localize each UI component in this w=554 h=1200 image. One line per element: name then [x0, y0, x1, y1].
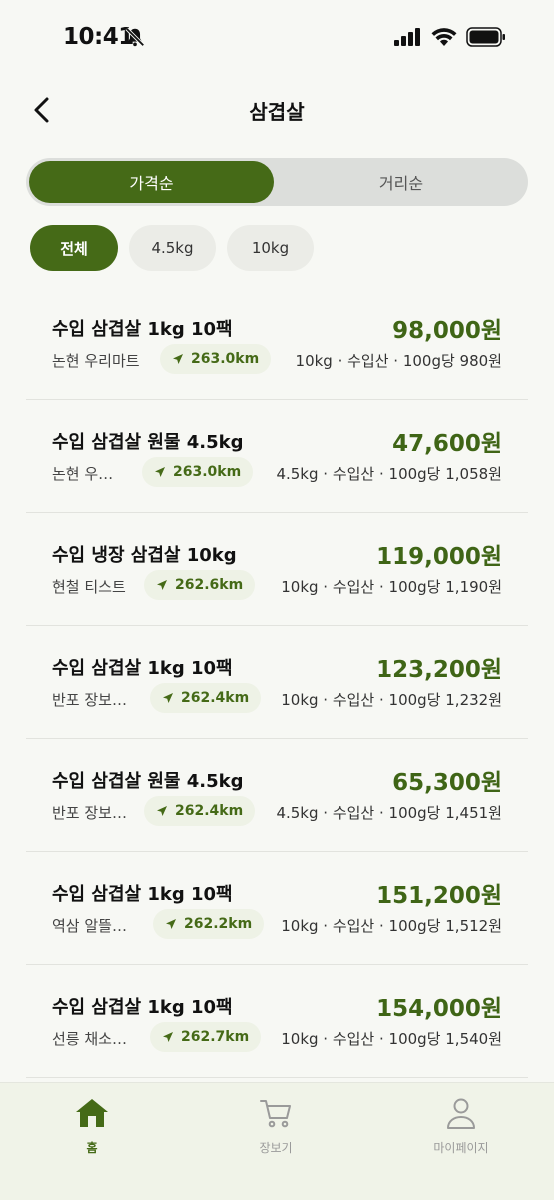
product-name: 수입 삼겹살 원물 4.5kg [52, 771, 244, 792]
product-price: 151,200원 [376, 883, 502, 909]
location-arrow-icon [163, 693, 173, 703]
location-arrow-icon [166, 919, 176, 929]
list-item[interactable]: 수입 냉장 삼겹살 10kg 119,000원 현철 티스트 262.6km 1… [26, 513, 528, 626]
distance-value: 262.7km [181, 1029, 250, 1045]
bottom-tab-bar: 홈 장보기 마이페이지 [0, 1082, 554, 1200]
location-arrow-icon [173, 354, 183, 364]
distance-badge: 262.7km [150, 1022, 262, 1052]
product-meta: 4.5kg · 수입산 · 100g당 1,058원 [276, 465, 502, 483]
product-name: 수입 삼겹살 원물 4.5kg [52, 432, 244, 453]
product-meta: 10kg · 수입산 · 100g당 1,540원 [281, 1030, 502, 1048]
product-meta: 4.5kg · 수입산 · 100g당 1,451원 [276, 804, 502, 822]
bell-muted-icon [124, 26, 146, 52]
store-name: 논현 우리마트 [52, 352, 140, 370]
sort-price-button[interactable]: 가격순 [29, 161, 274, 203]
cellular-signal-icon [394, 28, 422, 50]
product-name: 수입 삼겹살 1kg 10팩 [52, 319, 233, 340]
store-name: 반포 장보… [52, 691, 127, 709]
tab-home[interactable]: 홈 [42, 1097, 142, 1156]
tab-shopping[interactable]: 장보기 [226, 1097, 326, 1156]
product-meta: 10kg · 수입산 · 100g당 980원 [295, 352, 502, 370]
distance-value: 263.0km [191, 351, 260, 367]
filter-chip-4-5kg[interactable]: 4.5kg [129, 225, 216, 271]
status-bar: 10:41 [0, 0, 554, 76]
store-name: 선릉 채소… [52, 1030, 127, 1048]
battery-icon [466, 27, 506, 51]
store-name: 논현 우… [52, 465, 114, 483]
filter-chip-all[interactable]: 전체 [30, 225, 118, 271]
location-arrow-icon [157, 580, 167, 590]
page-title: 삼겹살 [249, 100, 305, 124]
tab-shopping-label: 장보기 [259, 1141, 293, 1155]
tab-mypage-label: 마이페이지 [433, 1141, 489, 1155]
tab-mypage[interactable]: 마이페이지 [411, 1097, 511, 1156]
product-name: 수입 삼겹살 1kg 10팩 [52, 884, 233, 905]
product-price: 98,000원 [392, 318, 502, 344]
product-price: 119,000원 [376, 544, 502, 570]
distance-badge: 262.4km [144, 796, 256, 826]
distance-value: 262.4km [175, 803, 244, 819]
distance-badge: 262.4km [150, 683, 262, 713]
location-arrow-icon [163, 1032, 173, 1042]
cart-icon [258, 1097, 294, 1133]
filter-chips: 전체 4.5kg 10kg [30, 225, 314, 271]
filter-chip-10kg[interactable]: 10kg [227, 225, 314, 271]
user-icon [443, 1097, 479, 1133]
product-price: 47,600원 [392, 431, 502, 457]
product-meta: 10kg · 수입산 · 100g당 1,190원 [281, 578, 502, 596]
product-price: 65,300원 [392, 770, 502, 796]
product-price: 123,200원 [376, 657, 502, 683]
distance-badge: 263.0km [142, 457, 254, 487]
product-price: 154,000원 [376, 996, 502, 1022]
list-item[interactable]: 수입 삼겹살 원물 4.5kg 47,600원 논현 우… 263.0km 4.… [26, 400, 528, 513]
home-icon [74, 1097, 110, 1133]
sort-distance-button[interactable]: 거리순 [276, 161, 526, 203]
wifi-icon [431, 27, 457, 51]
distance-value: 263.0km [173, 464, 242, 480]
list-item[interactable]: 수입 삼겹살 1kg 10팩 151,200원 역삼 알뜰… 262.2km 1… [26, 852, 528, 965]
header: 삼겹살 [0, 80, 554, 140]
distance-badge: 262.2km [153, 909, 265, 939]
store-name: 반포 장보… [52, 804, 127, 822]
distance-badge: 262.6km [144, 570, 256, 600]
distance-badge: 263.0km [160, 344, 272, 374]
tab-home-label: 홈 [86, 1141, 98, 1155]
list-item[interactable]: 수입 삼겹살 1kg 10팩 123,200원 반포 장보… 262.4km 1… [26, 626, 528, 739]
list-item[interactable]: 수입 삼겹살 1kg 10팩 98,000원 논현 우리마트 263.0km 1… [26, 287, 528, 400]
store-name: 현철 티스트 [52, 578, 126, 596]
product-meta: 10kg · 수입산 · 100g당 1,232원 [281, 691, 502, 709]
location-arrow-icon [157, 806, 167, 816]
product-name: 수입 냉장 삼겹살 10kg [52, 545, 237, 566]
product-list: 수입 삼겹살 1kg 10팩 98,000원 논현 우리마트 263.0km 1… [26, 287, 528, 1078]
distance-value: 262.2km [184, 916, 253, 932]
product-meta: 10kg · 수입산 · 100g당 1,512원 [281, 917, 502, 935]
distance-value: 262.4km [181, 690, 250, 706]
list-item[interactable]: 수입 삼겹살 1kg 10팩 154,000원 선릉 채소… 262.7km 1… [26, 965, 528, 1078]
location-arrow-icon [155, 467, 165, 477]
list-item[interactable]: 수입 삼겹살 원물 4.5kg 65,300원 반포 장보… 262.4km 4… [26, 739, 528, 852]
store-name: 역삼 알뜰… [52, 917, 127, 935]
product-name: 수입 삼겹살 1kg 10팩 [52, 997, 233, 1018]
sort-segmented-control: 가격순 거리순 [26, 158, 528, 206]
product-name: 수입 삼겹살 1kg 10팩 [52, 658, 233, 679]
distance-value: 262.6km [175, 577, 244, 593]
